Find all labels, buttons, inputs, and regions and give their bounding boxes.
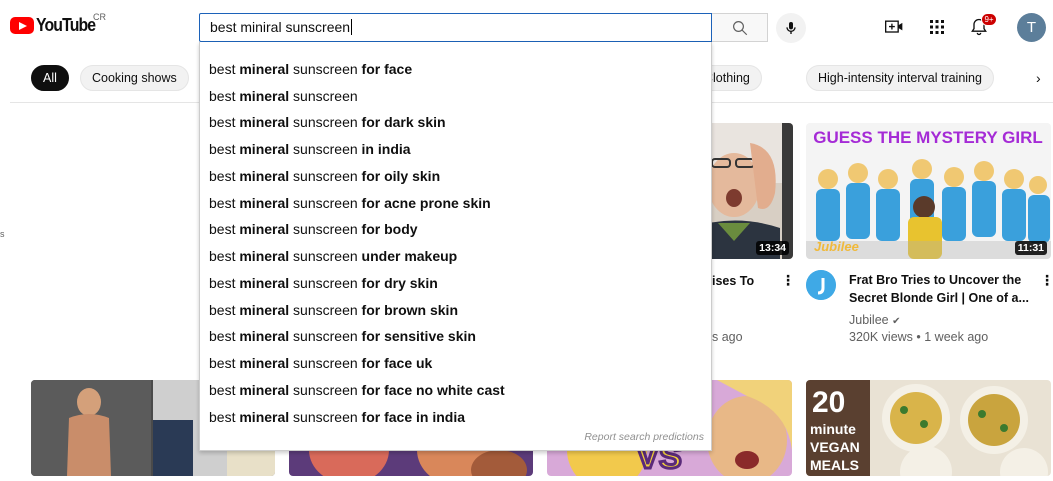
youtube-logo[interactable]: YouTube [10,15,103,36]
video-plus-icon [885,20,903,33]
notification-badge: 9+ [981,13,997,26]
suggestion-item[interactable]: best mineral sunscreen for face [209,59,412,79]
suggestion-item[interactable]: best mineral sunscreen for sensitive ski… [209,326,476,346]
suggestion-item[interactable]: best mineral sunscreen for acne prone sk… [209,193,491,213]
video-thumbnail-jubilee[interactable]: GUESS THE MYSTERY GIRL Jubilee 11:31 [806,123,1051,259]
more-options-icon[interactable]: ⋮ [1040,272,1053,289]
video-title-line-1[interactable]: Frat Bro Tries to Uncover the [849,271,1021,289]
suggestion-item[interactable]: best mineral sunscreen for dry skin [209,273,438,293]
chevron-right-icon[interactable]: › [1036,70,1041,86]
chips-fade [1000,62,1035,94]
suggestion-item[interactable]: best mineral sunscreen for face uk [209,353,432,373]
verified-icon: ✔ [892,316,901,327]
suggestion-item[interactable]: best mineral sunscreen for brown skin [209,300,458,320]
video-stats: 320K views • 1 week ago [849,330,989,344]
thumbnail-headline: GUESS THE MYSTERY GIRL [813,128,1043,147]
channel-name-text: Jubilee [849,313,889,327]
video-meta-fragment: s ago [712,330,743,344]
jubilee-logo-icon [806,270,836,300]
sidebar-edge-text: s [0,229,5,239]
video-duration: 13:34 [756,241,789,255]
video-title-fragment[interactable]: ises To [712,272,754,290]
more-options-icon[interactable]: ⋮ [781,272,795,289]
suggestion-item[interactable]: best mineral sunscreen [209,86,358,106]
search-query-text: best miniral sunscreen [210,19,351,35]
video-thumbnail-vegan[interactable]: 20 minute VEGAN MEALS [806,380,1051,476]
chip-cooking-shows[interactable]: Cooking shows [80,65,189,91]
account-avatar[interactable]: T [1017,13,1046,42]
suggestion-item[interactable]: best mineral sunscreen for face no white… [209,380,505,400]
search-icon [732,20,747,35]
youtube-play-icon [10,17,34,34]
thumbnail-brand: Jubilee [814,239,859,254]
suggestion-item[interactable]: best mineral sunscreen in india [209,139,411,159]
suggestion-item[interactable]: best mineral sunscreen under makeup [209,246,457,266]
create-video-button[interactable] [881,14,907,40]
search-button[interactable] [712,13,768,42]
thumbnail-word: VEGAN [810,439,860,455]
suggestion-item[interactable]: best mineral sunscreen for face in india [209,407,465,427]
logo-text: YouTube [36,15,96,35]
apps-grid-icon [930,20,944,34]
microphone-icon [786,22,796,34]
thumbnail-word: minute [810,421,856,437]
voice-search-button[interactable] [776,13,806,43]
suggestion-item[interactable]: best mineral sunscreen for body [209,219,418,239]
chip-all[interactable]: All [31,65,69,91]
text-caret [351,19,353,35]
thumbnail-art: GUESS THE MYSTERY GIRL Jubilee [806,123,1051,259]
report-search-predictions-link[interactable]: Report search predictions [584,431,704,443]
channel-avatar-jubilee[interactable] [806,270,836,300]
thumbnail-word: MEALS [810,457,859,473]
suggestion-item[interactable]: best mineral sunscreen for dark skin [209,112,446,132]
search-input-value: best miniral sunscreen [210,19,353,35]
video-duration: 11:31 [1014,241,1047,255]
suggestion-item[interactable]: best mineral sunscreen for oily skin [209,166,440,186]
country-code: CR [93,12,106,22]
search-input[interactable]: best miniral sunscreen [199,13,712,42]
thumbnail-number: 20 [812,386,845,419]
chip-hiit[interactable]: High-intensity interval training [806,65,994,91]
search-suggestions-dropdown: best mineral sunscreen for face best min… [199,42,712,451]
apps-button[interactable] [924,14,950,40]
video-title-line-2[interactable]: Secret Blonde Girl | One of a... [849,289,1029,307]
thumbnail-art: 20 minute VEGAN MEALS [806,380,1051,476]
